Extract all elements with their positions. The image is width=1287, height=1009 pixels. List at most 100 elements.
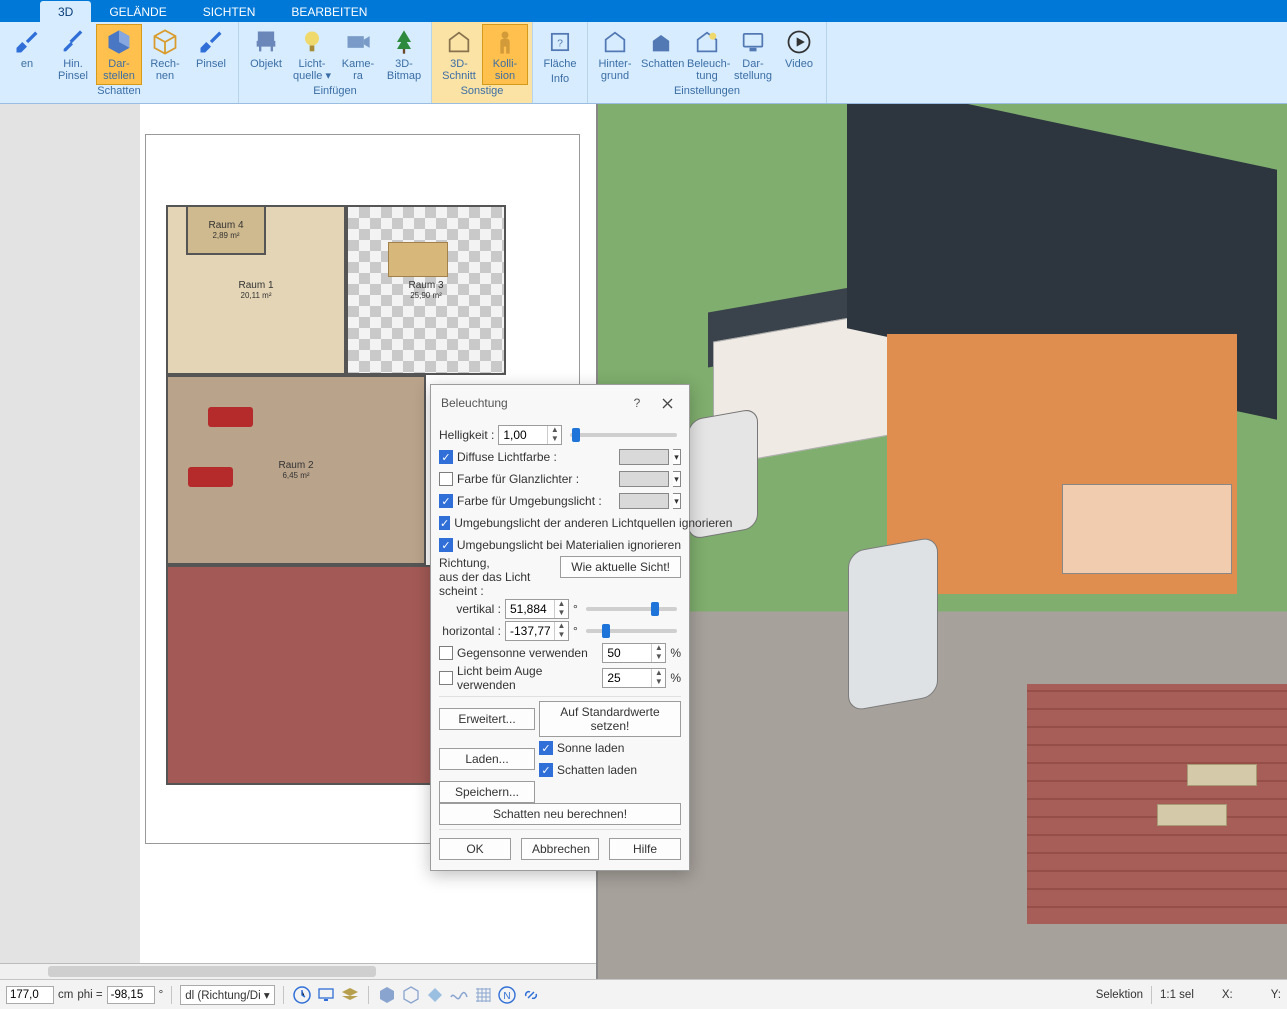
input-licht-auge[interactable]: ▲▼ [602,668,666,688]
label-licht-auge: Licht beim Auge verwenden [457,664,598,692]
einst-btn-beleuchtung[interactable]: Beleuch-tung [684,24,730,85]
einfuegen-btn-lichtquelle[interactable]: Licht-quelle ▾ [289,24,335,85]
status-icon-cube1[interactable] [377,985,397,1005]
room-1-label: Raum 1 [238,280,273,291]
ribbon-group-einfuegen: Objekt Licht-quelle ▾ Kame-ra 3D-Bitmap … [239,22,432,103]
input-vertikal[interactable]: ▲▼ [505,599,569,619]
dialog-help-button[interactable]: ? [623,392,651,414]
status-icon-wave[interactable] [449,985,469,1005]
check-glanz[interactable] [439,472,453,486]
group-label-einfuegen: Einfügen [243,85,427,98]
sonstige-btn-3d-schnitt[interactable]: 3D-Schnitt [436,24,482,85]
label-richtung-b: aus der das Licht scheint : [439,570,556,598]
label-pct-2: % [670,671,681,685]
status-icon-layers[interactable] [340,985,360,1005]
swatch-umgebung-menu[interactable]: ▾ [673,493,681,509]
status-icon-clock[interactable] [292,985,312,1005]
status-value-phi[interactable] [107,986,155,1004]
btn-ok[interactable]: OK [439,838,511,860]
btn-speichern[interactable]: Speichern... [439,781,535,803]
status-icon-link[interactable] [521,985,541,1005]
schatten-btn-rechnen[interactable]: Rech-nen [142,24,188,85]
sofa-1 [208,407,253,427]
label-schatten-laden: Schatten laden [557,763,637,777]
tab-bearbeiten[interactable]: BEARBEITEN [273,1,385,22]
check-diffuse[interactable]: ✓ [439,450,453,464]
floor-plan-hscroll[interactable] [0,963,596,979]
info-btn-flaeche[interactable]: ? Fläche [537,24,583,73]
check-ignore-lichtquellen[interactable]: ✓ [439,516,450,530]
schatten-btn-pinsel[interactable]: Pinsel [188,24,234,85]
einfuegen-btn-objekt[interactable]: Objekt [243,24,289,85]
btn-erweitert[interactable]: Erweitert... [439,708,535,730]
3d-scene[interactable] [598,104,1287,979]
einst-btn-schatten[interactable]: Schatten [638,24,684,85]
input-helligkeit[interactable]: ▲▼ [498,425,562,445]
house-light-icon [693,28,721,56]
check-schatten-laden[interactable]: ✓ [539,763,553,777]
tab-3d[interactable]: 3D [40,1,91,22]
swatch-diffuse[interactable] [619,449,669,465]
slider-horizontal[interactable] [586,629,677,633]
schatten-btn-darstellen[interactable]: Dar-stellen [96,24,142,85]
tab-gelaende[interactable]: GELÄNDE [91,1,184,22]
btn-schatten-neu-berechnen[interactable]: Schatten neu berechnen! [439,803,681,825]
input-helligkeit-field[interactable] [499,426,547,444]
input-horizontal[interactable]: ▲▼ [505,621,569,641]
status-value-1[interactable] [6,986,54,1004]
btn-standardwerte[interactable]: Auf Standardwerte setzen! [539,701,681,737]
check-sonne-laden[interactable]: ✓ [539,741,553,755]
input-licht-auge-field[interactable] [603,669,651,687]
slider-vertikal-thumb[interactable] [651,602,659,616]
check-gegensonne[interactable] [439,646,453,660]
sonstige-btn-kollision[interactable]: Kolli-sion [482,24,528,85]
schatten-btn-en[interactable]: en [4,24,50,85]
einfuegen-btn-kamera[interactable]: Kame-ra [335,24,381,85]
btn-laden[interactable]: Laden... [439,748,535,770]
btn-wie-aktuelle-sicht[interactable]: Wie aktuelle Sicht! [560,556,681,578]
swatch-diffuse-menu[interactable]: ▾ [673,449,681,465]
einst-btn-darstellung[interactable]: Dar-stellung [730,24,776,85]
pane-3d-view[interactable] [598,104,1287,979]
3d-car-drive [848,536,938,712]
dialog-title-bar[interactable]: Beleuchtung ? [431,385,689,420]
label-vertikal: vertikal : [439,602,501,616]
dialog-close-button[interactable] [653,392,681,414]
einst-btn-video[interactable]: Video [776,24,822,85]
ribbon-group-schatten: en Hin.Pinsel Dar-stellen Rech-nen Pinse… [0,22,239,103]
hscroll-thumb[interactable] [48,966,376,977]
slider-vertikal[interactable] [586,607,677,611]
ribbon: en Hin.Pinsel Dar-stellen Rech-nen Pinse… [0,22,1287,104]
cube-outline-icon [151,28,179,56]
input-horizontal-field[interactable] [506,622,554,640]
swatch-glanz-menu[interactable]: ▾ [673,471,681,487]
check-licht-auge[interactable] [439,671,453,685]
status-combo-dl[interactable]: dl (Richtung/Di ▾ [180,985,274,1005]
slider-horizontal-thumb[interactable] [602,624,610,638]
status-icon-north[interactable]: N [497,985,517,1005]
status-icon-cube2[interactable] [401,985,421,1005]
brush-icon [13,28,41,56]
input-vertikal-field[interactable] [506,600,554,618]
label-ignore-lichtquellen: Umgebungslicht der anderen Lichtquellen … [454,516,732,530]
play-icon [785,28,813,56]
tab-sichten[interactable]: SICHTEN [185,1,274,22]
status-icon-grid[interactable] [473,985,493,1005]
einfuegen-btn-3d-bitmap[interactable]: 3D-Bitmap [381,24,427,85]
status-icon-monitor[interactable] [316,985,336,1005]
swatch-umgebung[interactable] [619,493,669,509]
schatten-btn-hin-pinsel[interactable]: Hin.Pinsel [50,24,96,85]
einst-btn-hintergrund[interactable]: Hinter-grund [592,24,638,85]
input-gegensonne-field[interactable] [603,644,651,662]
room-3: Raum 3 25,90 m² [346,205,506,375]
btn-abbrechen[interactable]: Abbrechen [521,838,599,860]
btn-hilfe[interactable]: Hilfe [609,838,681,860]
swatch-glanz[interactable] [619,471,669,487]
slider-helligkeit-thumb[interactable] [572,428,580,442]
input-gegensonne[interactable]: ▲▼ [602,643,666,663]
spin-down-icon[interactable]: ▼ [548,435,561,444]
slider-helligkeit[interactable] [570,433,677,437]
status-icon-diamond[interactable] [425,985,445,1005]
check-ignore-materialien[interactable]: ✓ [439,538,453,552]
check-umgebung[interactable]: ✓ [439,494,453,508]
